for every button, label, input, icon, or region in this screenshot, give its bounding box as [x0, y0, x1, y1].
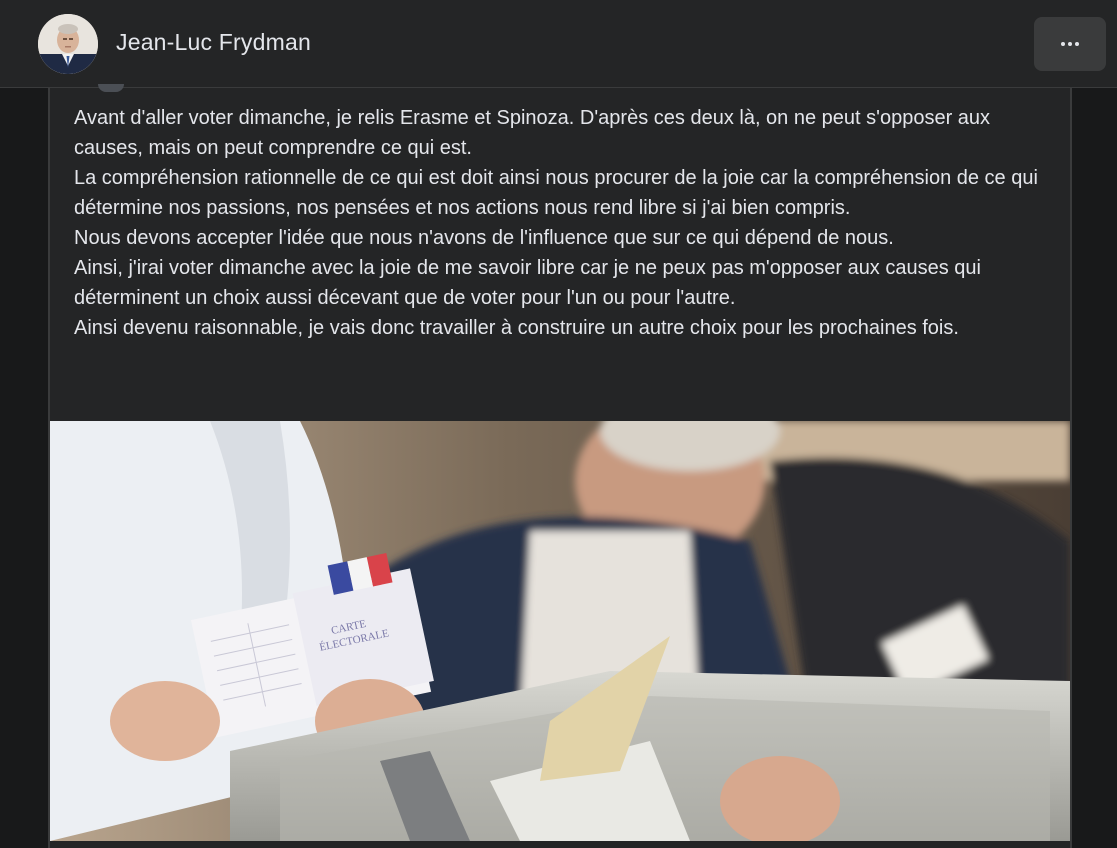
more-options-button[interactable] [1034, 17, 1106, 71]
profile-photo-icon [38, 14, 98, 74]
post-paragraph: La compréhension rationnelle de ce qui e… [74, 167, 1038, 219]
post-header: Jean-Luc Frydman [0, 0, 1117, 88]
more-options-icon [1061, 42, 1079, 46]
post-photo[interactable]: CARTE ÉLECTORALE [50, 421, 1070, 841]
comment-avatar-peek [98, 84, 124, 92]
post-paragraph: Nous devons accepter l'idée que nous n'a… [74, 227, 894, 249]
post-text: Avant d'aller voter dimanche, je relis E… [74, 103, 1054, 343]
author-name[interactable]: Jean-Luc Frydman [116, 29, 311, 56]
voting-ballot-box-photo: CARTE ÉLECTORALE [50, 421, 1070, 841]
post-paragraph: Ainsi, j'irai voter dimanche avec la joi… [74, 257, 981, 309]
post-paragraph: Ainsi devenu raisonnable, je vais donc t… [74, 317, 959, 339]
author-avatar[interactable] [38, 14, 98, 74]
post-paragraph: Avant d'aller voter dimanche, je relis E… [74, 107, 991, 159]
